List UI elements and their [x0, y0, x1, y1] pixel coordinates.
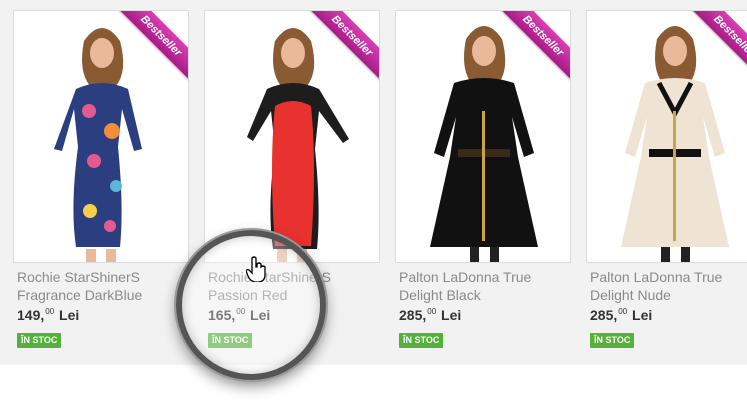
product-image-2[interactable]: Bestseller: [204, 10, 380, 263]
in-stock-badge: ÎN STOC: [17, 333, 62, 348]
hand-pointer-icon: [246, 256, 266, 282]
product-card-1[interactable]: Bestseller Rochie StarShinerS Fragrance …: [13, 0, 189, 365]
product-image-1[interactable]: Bestseller: [13, 10, 189, 263]
product-price-3: 285,00 Lei: [399, 307, 462, 323]
product-price-4: 285,00 Lei: [590, 307, 653, 323]
product-price-1: 149,00 Lei: [17, 307, 80, 323]
product-card-4[interactable]: Bestseller Palton LaDonna True Delight N…: [586, 0, 747, 365]
magnifier-lens: [176, 230, 326, 380]
in-stock-badge: ÎN STOC: [590, 333, 635, 348]
product-title-3[interactable]: Palton LaDonna True Delight Black: [399, 268, 569, 304]
product-title-1[interactable]: Rochie StarShinerS Fragrance DarkBlue: [17, 268, 187, 304]
in-stock-badge: ÎN STOC: [399, 333, 444, 348]
product-grid: Bestseller Rochie StarShinerS Fragrance …: [0, 0, 747, 365]
product-image-4[interactable]: Bestseller: [586, 10, 747, 263]
product-title-4[interactable]: Palton LaDonna True Delight Nude: [590, 268, 747, 304]
product-image-3[interactable]: Bestseller: [395, 10, 571, 263]
product-card-3[interactable]: Bestseller Palton LaDonna True Delight B…: [395, 0, 571, 365]
